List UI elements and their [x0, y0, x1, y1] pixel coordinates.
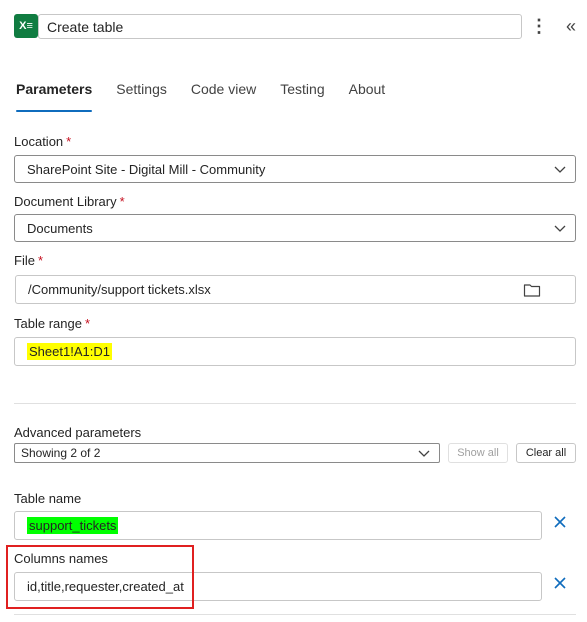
advanced-parameters-label: Advanced parameters — [14, 425, 142, 440]
location-value: SharePoint Site - Digital Mill - Communi… — [27, 162, 266, 177]
advanced-parameters-value: Showing 2 of 2 — [21, 446, 101, 460]
header: X≡ Create table ⋮ « — [0, 0, 587, 52]
required-marker: * — [84, 316, 91, 331]
double-chevron-left-icon[interactable]: « — [560, 14, 582, 39]
divider — [14, 403, 576, 404]
chevron-down-icon — [418, 450, 430, 457]
advanced-parameters-select[interactable]: Showing 2 of 2 — [14, 443, 440, 463]
remove-table-name-icon[interactable] — [553, 515, 567, 529]
document-library-dropdown[interactable]: Documents — [14, 214, 576, 242]
table-range-label: Table range * — [14, 316, 90, 331]
annotation-highlight-box — [6, 545, 194, 609]
action-title-text: Create table — [47, 19, 124, 35]
required-marker: * — [119, 194, 125, 209]
file-input[interactable]: /Community/support tickets.xlsx — [15, 275, 576, 304]
document-library-value: Documents — [27, 221, 93, 236]
file-label: File * — [14, 253, 43, 268]
remove-columns-names-icon[interactable] — [553, 576, 567, 590]
tab-about[interactable]: About — [349, 78, 386, 114]
divider — [14, 614, 576, 615]
excel-icon-letters: X≡ — [19, 20, 33, 32]
table-range-value: Sheet1!A1:D1 — [27, 343, 112, 360]
table-name-input[interactable]: support_tickets — [14, 511, 542, 540]
more-vertical-icon[interactable]: ⋮ — [530, 14, 548, 39]
tab-code-view[interactable]: Code view — [191, 78, 256, 114]
tab-testing[interactable]: Testing — [280, 78, 324, 114]
location-label: Location * — [14, 134, 71, 149]
table-name-label: Table name — [14, 491, 82, 506]
tab-bar: Parameters Settings Code view Testing Ab… — [16, 78, 409, 114]
document-library-label: Document Library * — [14, 194, 125, 209]
show-all-button[interactable]: Show all — [448, 443, 508, 463]
table-range-label-text: Table range — [14, 316, 82, 331]
folder-icon[interactable] — [523, 282, 541, 298]
file-value: /Community/support tickets.xlsx — [28, 282, 211, 297]
document-library-label-text: Document Library — [14, 194, 117, 209]
required-marker: * — [37, 253, 44, 268]
chevron-down-icon — [554, 166, 566, 173]
tab-parameters[interactable]: Parameters — [16, 78, 93, 114]
clear-all-button[interactable]: Clear all — [516, 443, 576, 463]
table-name-value: support_tickets — [27, 517, 119, 534]
location-dropdown[interactable]: SharePoint Site - Digital Mill - Communi… — [14, 155, 576, 183]
required-marker: * — [66, 134, 72, 149]
tab-settings[interactable]: Settings — [116, 78, 167, 114]
chevron-down-icon — [554, 225, 566, 232]
file-label-text: File — [14, 253, 35, 268]
excel-icon: X≡ — [14, 14, 38, 38]
location-label-text: Location — [14, 134, 64, 149]
action-title-input[interactable]: Create table — [38, 14, 522, 39]
table-range-input[interactable]: Sheet1!A1:D1 — [14, 337, 576, 366]
